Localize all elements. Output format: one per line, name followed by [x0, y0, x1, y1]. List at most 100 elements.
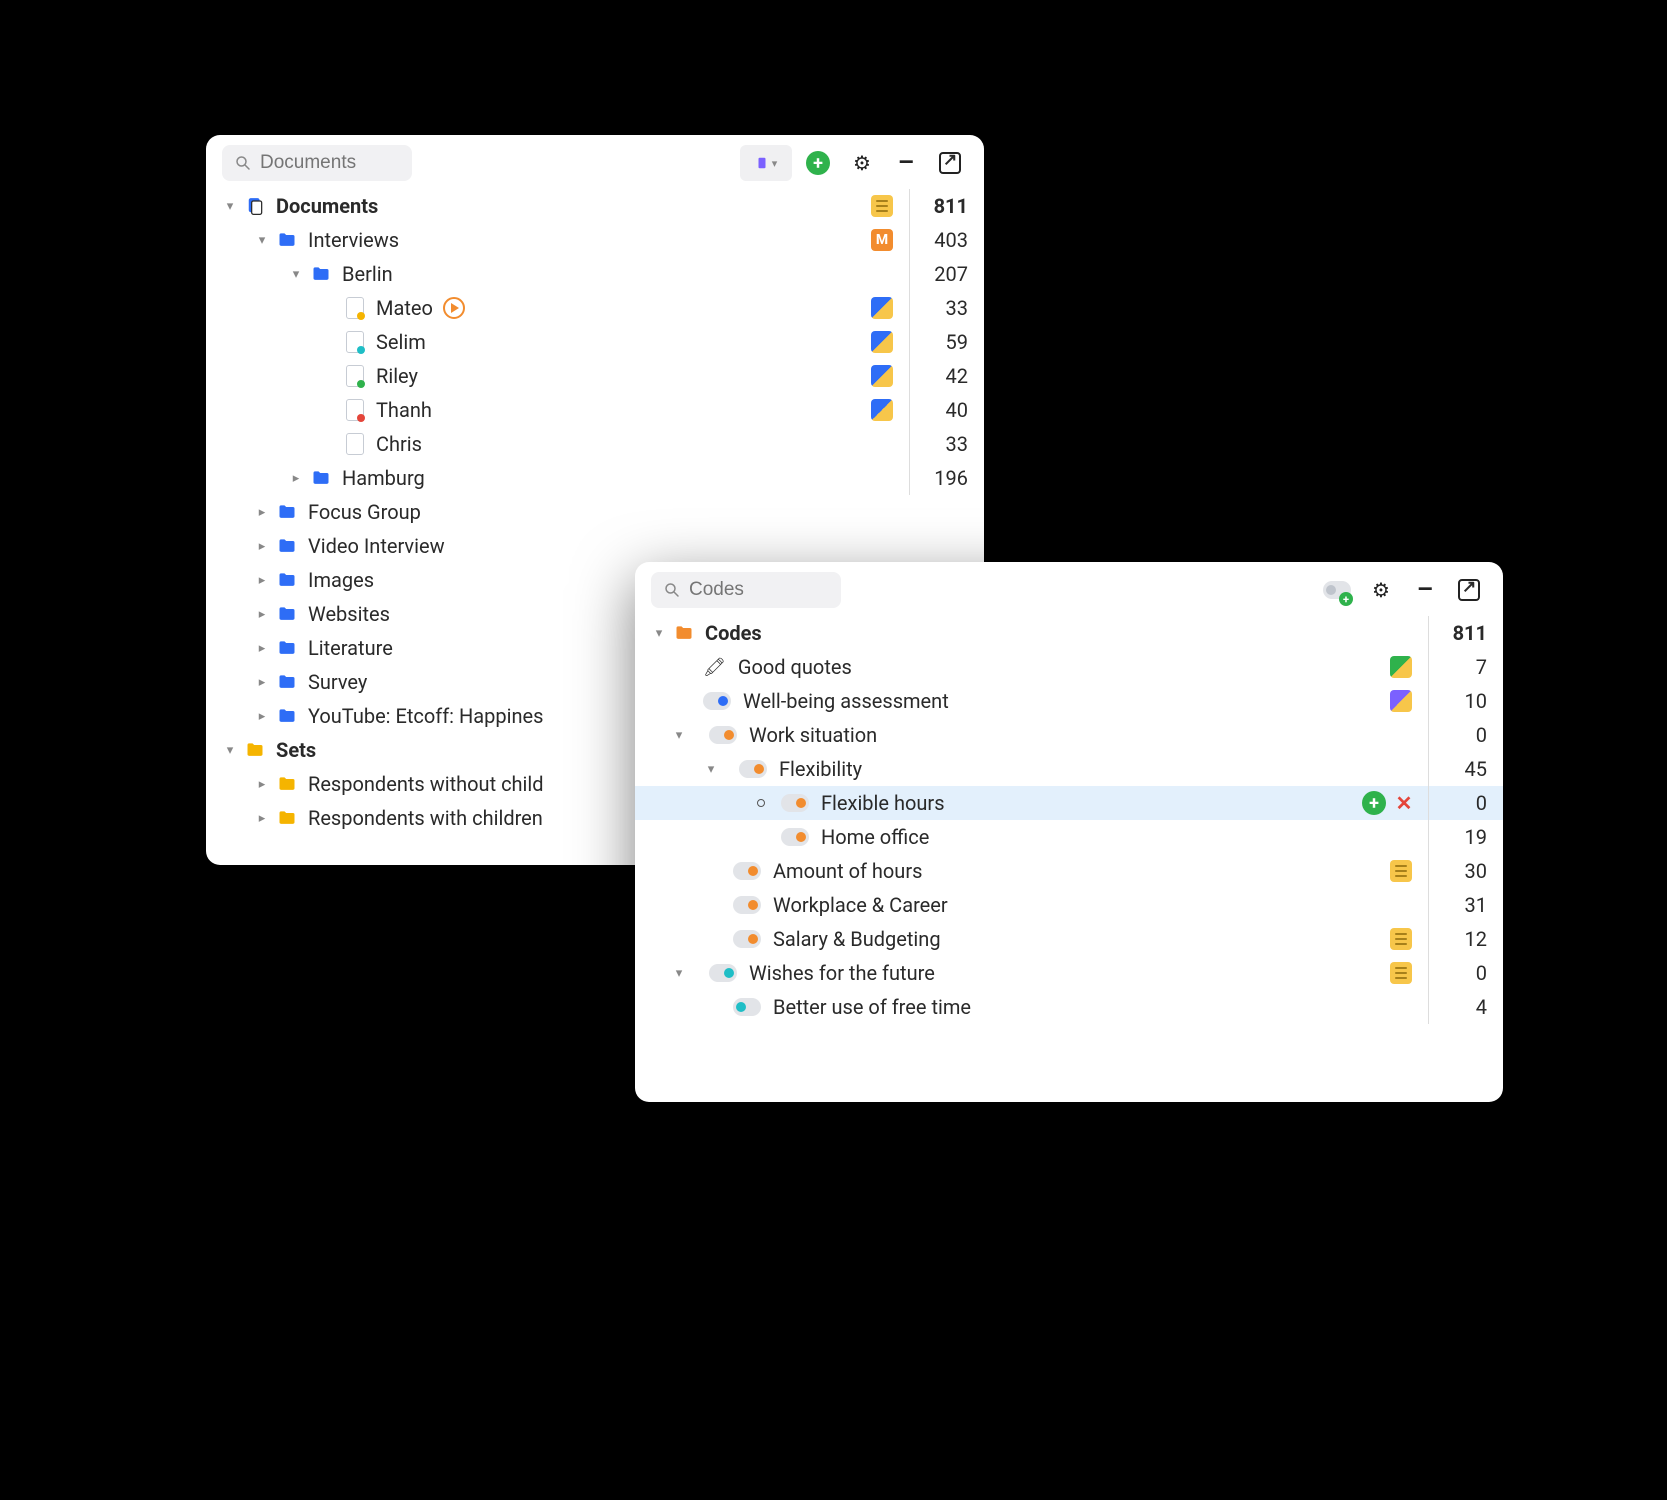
- bullet-icon: [757, 799, 765, 807]
- folder-icon: [276, 603, 298, 625]
- chevron-down-icon: ▾: [772, 157, 778, 170]
- code-toggle[interactable]: [781, 828, 809, 846]
- tree-item-thanh[interactable]: Thanh 40: [206, 393, 984, 427]
- code-flexible-hours[interactable]: Flexible hours + ✕ 0: [635, 786, 1503, 820]
- document-icon: [755, 154, 769, 172]
- tree-item-video-interview[interactable]: ▸ Video Interview: [206, 529, 984, 563]
- folder-icon: [276, 229, 298, 251]
- document-icon: [344, 297, 366, 319]
- memo-icon[interactable]: [871, 399, 893, 421]
- search-icon: [663, 581, 681, 599]
- chevron-down-icon[interactable]: ▾: [288, 267, 304, 282]
- chevron-right-icon[interactable]: ▸: [254, 709, 270, 724]
- code-wellbeing[interactable]: Well-being assessment 10: [635, 684, 1503, 718]
- code-toggle[interactable]: [781, 794, 809, 812]
- chevron-right-icon[interactable]: ▸: [254, 607, 270, 622]
- add-code-button[interactable]: +: [1319, 572, 1355, 608]
- documents-root-label: Documents: [276, 194, 378, 218]
- chevron-down-icon[interactable]: ▾: [671, 728, 687, 743]
- code-toggle[interactable]: [703, 692, 731, 710]
- codes-search[interactable]: [651, 572, 841, 608]
- memo-icon[interactable]: [871, 195, 893, 217]
- codes-root[interactable]: ▾ Codes 811: [635, 616, 1503, 650]
- view-mode-button[interactable]: ▾: [740, 145, 792, 181]
- tree-item-focus-group[interactable]: ▸ Focus Group: [206, 495, 984, 529]
- code-toggle[interactable]: [709, 964, 737, 982]
- settings-button[interactable]: [844, 145, 880, 181]
- documents-root[interactable]: ▾ Documents 811: [206, 189, 984, 223]
- memo-icon[interactable]: [871, 331, 893, 353]
- code-toggle[interactable]: [733, 998, 761, 1016]
- tree-item-selim[interactable]: Selim 59: [206, 325, 984, 359]
- chevron-down-icon[interactable]: ▾: [671, 966, 687, 981]
- chevron-down-icon[interactable]: ▾: [703, 762, 719, 777]
- code-amount-hours[interactable]: Amount of hours 30: [635, 854, 1503, 888]
- plus-icon: +: [806, 151, 830, 175]
- chevron-down-icon[interactable]: ▾: [222, 743, 238, 758]
- code-freetime[interactable]: Better use of free time 4: [635, 990, 1503, 1024]
- documents-toolbar: ▾ +: [206, 135, 984, 187]
- tree-item-interviews[interactable]: ▾ Interviews M 403: [206, 223, 984, 257]
- code-flexibility[interactable]: ▾ Flexibility 45: [635, 752, 1503, 786]
- folder-icon: [276, 569, 298, 591]
- collapse-button[interactable]: [888, 145, 924, 181]
- play-icon[interactable]: [443, 297, 465, 319]
- code-wishes[interactable]: ▾ Wishes for the future 0: [635, 956, 1503, 990]
- documents-search-input[interactable]: [260, 152, 400, 174]
- code-home-office[interactable]: Home office 19: [635, 820, 1503, 854]
- chevron-right-icon[interactable]: ▸: [254, 505, 270, 520]
- tree-item-berlin[interactable]: ▾ Berlin 207: [206, 257, 984, 291]
- chevron-down-icon[interactable]: ▾: [254, 233, 270, 248]
- code-toggle[interactable]: [709, 726, 737, 744]
- chevron-right-icon[interactable]: ▸: [254, 811, 270, 826]
- code-work-situation[interactable]: ▾ Work situation 0: [635, 718, 1503, 752]
- code-workplace-career[interactable]: Workplace & Career 31: [635, 888, 1503, 922]
- memo-icon[interactable]: [1390, 962, 1412, 984]
- memo-icon[interactable]: [1390, 928, 1412, 950]
- set-icon: [276, 807, 298, 829]
- add-subcode-button[interactable]: +: [1362, 791, 1386, 815]
- chevron-right-icon[interactable]: ▸: [254, 573, 270, 588]
- delete-code-button[interactable]: ✕: [1392, 791, 1416, 815]
- memo-icon[interactable]: [871, 297, 893, 319]
- chevron-right-icon[interactable]: ▸: [254, 777, 270, 792]
- search-icon: [234, 154, 252, 172]
- add-document-button[interactable]: +: [800, 145, 836, 181]
- settings-button[interactable]: [1363, 572, 1399, 608]
- codes-tree: ▾ Codes 811 🖍 Good quotes 7 Well-being a…: [635, 614, 1503, 1034]
- popout-button[interactable]: [1451, 572, 1487, 608]
- memo-icon[interactable]: [1390, 690, 1412, 712]
- memo-icon[interactable]: [1390, 656, 1412, 678]
- codes-search-input[interactable]: [689, 579, 829, 601]
- highlighter-icon: 🖍: [703, 657, 726, 678]
- memo-icon[interactable]: [1390, 860, 1412, 882]
- set-icon: [276, 773, 298, 795]
- code-toggle[interactable]: [733, 896, 761, 914]
- count: 811: [922, 194, 968, 218]
- tree-item-mateo[interactable]: Mateo 33: [206, 291, 984, 325]
- document-icon: [344, 331, 366, 353]
- code-good-quotes[interactable]: 🖍 Good quotes 7: [635, 650, 1503, 684]
- codes-icon: [673, 622, 695, 644]
- collapse-button[interactable]: [1407, 572, 1443, 608]
- document-icon: [344, 433, 366, 455]
- tree-item-chris[interactable]: Chris 33: [206, 427, 984, 461]
- folder-icon: [276, 535, 298, 557]
- chevron-down-icon[interactable]: ▾: [222, 199, 238, 214]
- chevron-right-icon[interactable]: ▸: [254, 675, 270, 690]
- document-icon: [344, 365, 366, 387]
- tree-item-hamburg[interactable]: ▸ Hamburg 196: [206, 461, 984, 495]
- chevron-right-icon[interactable]: ▸: [288, 471, 304, 486]
- popout-button[interactable]: [932, 145, 968, 181]
- memo-m-icon[interactable]: M: [871, 229, 893, 251]
- tree-item-riley[interactable]: Riley 42: [206, 359, 984, 393]
- code-salary[interactable]: Salary & Budgeting 12: [635, 922, 1503, 956]
- code-toggle[interactable]: [733, 862, 761, 880]
- chevron-down-icon[interactable]: ▾: [651, 626, 667, 641]
- documents-search[interactable]: [222, 145, 412, 181]
- chevron-right-icon[interactable]: ▸: [254, 539, 270, 554]
- code-toggle[interactable]: [733, 930, 761, 948]
- memo-icon[interactable]: [871, 365, 893, 387]
- code-toggle[interactable]: [739, 760, 767, 778]
- chevron-right-icon[interactable]: ▸: [254, 641, 270, 656]
